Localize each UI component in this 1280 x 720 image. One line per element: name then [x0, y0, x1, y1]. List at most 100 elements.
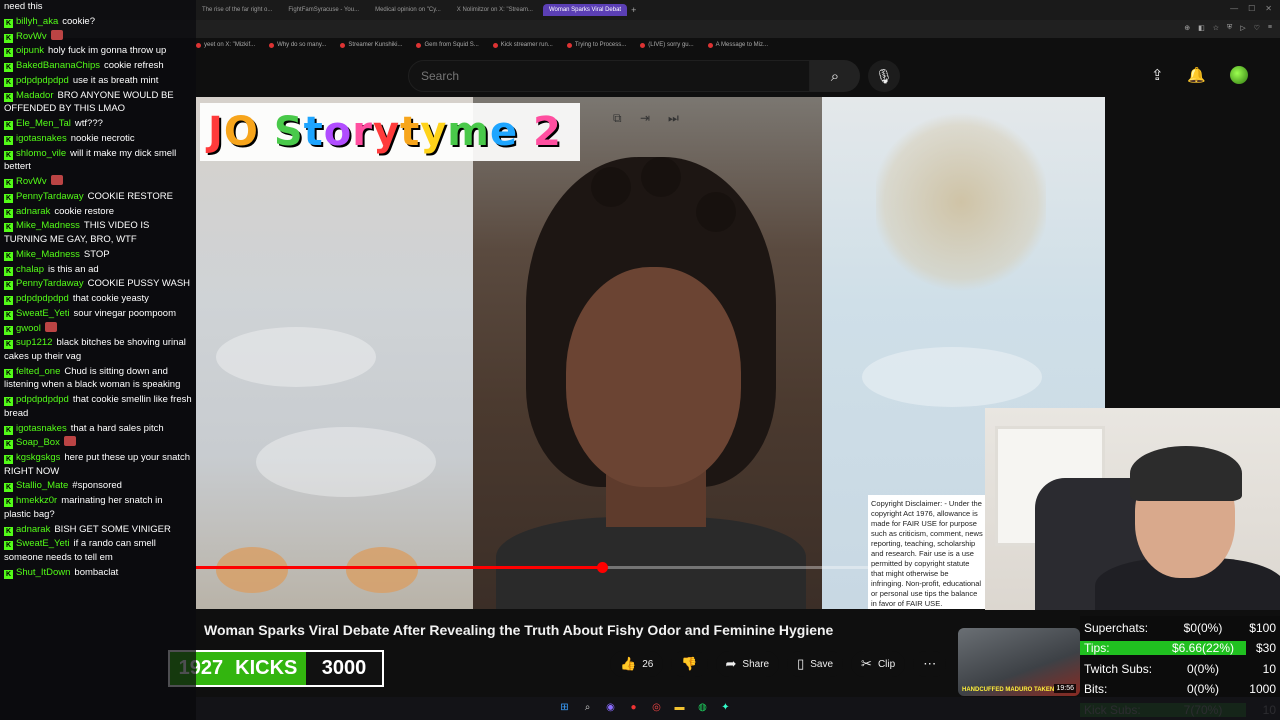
chat-username[interactable]: Mike_Madness [16, 249, 80, 260]
chat-username[interactable]: PennyTardaway [16, 278, 84, 289]
chat-text: COOKIE PUSSY WASH [87, 278, 191, 290]
account-avatar[interactable] [1230, 66, 1248, 84]
chat-username[interactable]: igotasnakes [16, 133, 67, 144]
bookmark-item[interactable]: Gem from Squid S... [416, 42, 479, 48]
search-box [408, 60, 810, 92]
browser-tab[interactable]: X Nolimitzor on X: "Stream... [451, 4, 539, 16]
chat-username[interactable]: RovWv [16, 31, 47, 42]
play-icon[interactable]: ▷ [1240, 24, 1245, 32]
clip-button[interactable]: ✂ Clip [851, 651, 906, 677]
bookmark-item[interactable]: A Message to Miz... [707, 42, 768, 48]
bookmark-item[interactable]: yeet on X: "Mizkif... [196, 42, 255, 48]
bookmark-item[interactable]: Trying to Process... [566, 42, 626, 48]
copyright-disclaimer: Copyright Disclaimer: - Under the copyri… [868, 495, 986, 609]
chat-username[interactable]: felted_one [16, 366, 60, 377]
video-title: Woman Sparks Viral Debate After Revealin… [204, 622, 834, 638]
search-button[interactable]: ⌕ [810, 60, 860, 92]
chat-text: that a hard sales pitch [70, 422, 164, 434]
discord-icon[interactable]: ◉ [604, 701, 617, 714]
browser-tab[interactable]: The rise of the far right o... [196, 4, 278, 16]
chat-username[interactable]: kgskgskgs [16, 452, 60, 463]
browser-tab[interactable]: Woman Sparks Viral Debat [542, 4, 628, 16]
notification-bell-icon[interactable]: 🔔 [1187, 66, 1206, 84]
chat-username[interactable]: Shut_ItDown [16, 567, 70, 578]
theater-mode-icon[interactable]: ⇥ [640, 111, 650, 125]
chat-username[interactable]: PennyTardaway [16, 191, 84, 202]
skip-next-icon[interactable]: ⏭ [668, 111, 679, 126]
folder-icon[interactable]: ▬ [673, 701, 686, 714]
window-controls: — ☐ ✕ [1230, 4, 1272, 13]
chat-username[interactable]: gwool [16, 323, 41, 334]
chat-username[interactable]: pdpdpdpdpd [16, 75, 69, 86]
chat-username[interactable]: RovWv [16, 176, 47, 187]
windows-start-icon[interactable]: ⊞ [558, 701, 571, 714]
share-button[interactable]: ➦ Share [715, 651, 780, 677]
chat-username[interactable]: Soap_Box [16, 437, 60, 448]
miniplayer-icon[interactable]: ⧉ [613, 111, 622, 126]
close-icon[interactable]: ✕ [1265, 4, 1272, 13]
search-icon[interactable]: ⌕ [581, 701, 594, 714]
voice-search-button[interactable]: 🎙 [868, 60, 900, 92]
extension-icon[interactable]: ◧ [1198, 24, 1205, 32]
heart-icon[interactable]: ♡ [1254, 24, 1260, 32]
menu-icon[interactable]: ≡ [1268, 24, 1272, 32]
chat-username[interactable]: Ele_Men_Tal [16, 118, 71, 129]
chat-text: cookie refresh [103, 60, 164, 72]
bookmark-item[interactable]: Streamer Kunshiki... [340, 42, 402, 48]
maximize-icon[interactable]: ☐ [1248, 4, 1255, 13]
chat-username[interactable]: billyh_aka [16, 16, 58, 27]
minimize-icon[interactable]: — [1230, 4, 1238, 13]
chat-username[interactable]: sup1212 [16, 337, 52, 348]
bookmark-item[interactable]: Why do so many... [269, 42, 326, 48]
shield-icon[interactable]: ⛨ [1227, 24, 1232, 32]
bookmark-item[interactable]: Kick streamer run... [492, 42, 553, 48]
chat-username[interactable]: pdpdpdpdpd [16, 293, 69, 304]
bookmark-label: (LIVE) sorry gu... [648, 42, 694, 48]
browser-tab[interactable]: FightFamSyracuse - You... [282, 4, 365, 16]
chat-username[interactable]: adnarak [16, 206, 50, 217]
bookmark-label: Kick streamer run... [500, 42, 553, 48]
chat-emote-icon [50, 29, 63, 40]
bookmark-favicon-icon [492, 42, 498, 48]
more-actions-button[interactable]: ⋯ [913, 651, 947, 677]
bookmark-favicon-icon [340, 42, 346, 48]
chat-username[interactable]: Mike_Madness [16, 220, 80, 231]
recommended-video-thumbnail[interactable]: HANDCUFFED MADURO TAKEN T 19:56 [958, 628, 1080, 696]
chat-message: K BakedBananaChips cookie refresh [4, 59, 192, 73]
browser-tab[interactable]: Medical opinion on "Cy... [369, 4, 447, 16]
chat-username[interactable]: shlomo_vile [16, 148, 66, 159]
zoom-icon[interactable]: ⊕ [1184, 24, 1190, 32]
chat-username[interactable]: pdpdpdpdpd [16, 394, 69, 405]
chat-username[interactable]: Stallio_Mate [16, 480, 68, 491]
obs-icon[interactable]: ● [627, 701, 640, 714]
search-input[interactable] [421, 69, 781, 83]
spotify-icon[interactable]: ◍ [696, 701, 709, 714]
video-player[interactable]: JO Storytyme 2 ⧉ ⇥ ⏭ Copyright Disclaime… [196, 97, 1105, 609]
stat-label: Twitch Subs: [1084, 661, 1153, 676]
chat-username[interactable]: BakedBananaChips [16, 60, 100, 71]
kick-badge-icon: K [4, 251, 13, 261]
chat-message: Kbillyh_aka cookie? [4, 15, 192, 29]
new-tab-icon[interactable]: + [631, 5, 636, 15]
speaker-shirt [496, 517, 806, 609]
upload-icon[interactable]: ⇪ [1151, 66, 1164, 84]
chat-username[interactable]: SweatE_Yeti [16, 538, 70, 549]
dislike-button[interactable]: 👎 [671, 651, 708, 677]
decorative-bun [346, 547, 418, 593]
bookmark-label: Streamer Kunshiki... [348, 42, 403, 48]
like-button[interactable]: 👍 26 [610, 651, 664, 677]
chat-username[interactable]: adnarak [16, 524, 50, 535]
chat-message: Kadnarak BISH GET SOME VINIGER [4, 523, 192, 537]
chat-username[interactable]: Madador [16, 90, 54, 101]
chat-username[interactable]: igotasnakes [16, 423, 67, 434]
app-icon[interactable]: ✦ [719, 701, 732, 714]
kick-badge-icon: K [4, 569, 13, 579]
chat-username[interactable]: SweatE_Yeti [16, 308, 70, 319]
bookmark-item[interactable]: (LIVE) sorry gu... [640, 42, 694, 48]
chrome-icon[interactable]: ◎ [650, 701, 663, 714]
chat-username[interactable]: oipunk [16, 45, 44, 56]
chat-username[interactable]: hmekkz0r [16, 495, 57, 506]
save-button[interactable]: ▯ Save [787, 651, 844, 677]
chat-username[interactable]: chalap [16, 264, 44, 275]
bookmark-star-icon[interactable]: ☆ [1213, 24, 1219, 32]
